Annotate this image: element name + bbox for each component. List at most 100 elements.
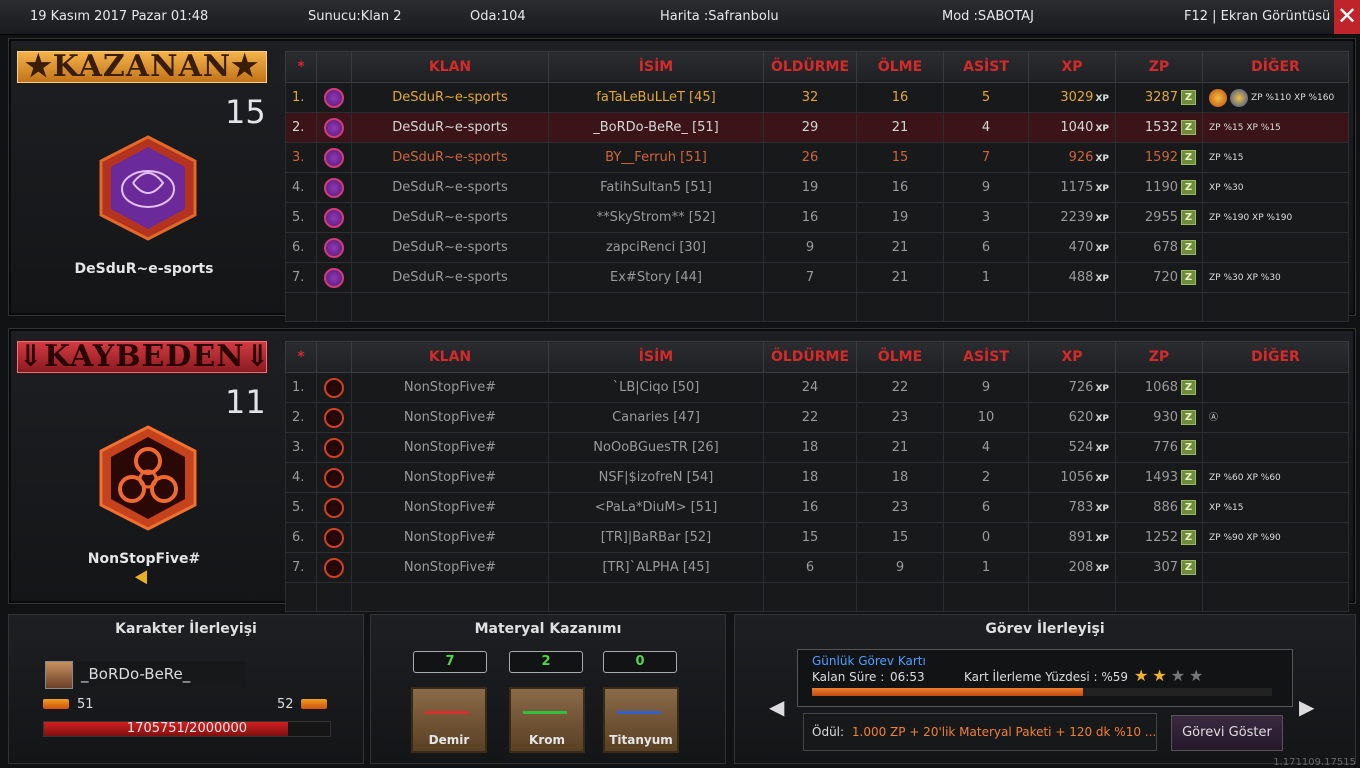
krom-count: 2 [509,651,583,673]
zp-icon: Z [1181,410,1196,425]
zp-number: 720 [1153,270,1178,285]
zp-value: 1493 Z [1115,462,1203,493]
col-name[interactable]: İSİM [548,341,764,373]
zp-icon: Z [1181,210,1196,225]
col-zp[interactable]: ZP [1115,51,1203,83]
zp-value: 886 Z [1115,492,1203,523]
xp-icon: XP [1095,244,1109,254]
empty-cell [548,292,764,322]
empty-cell [1202,582,1349,612]
row-number: 2. [285,112,317,143]
mode-info: Mod :SABOTAJ [942,9,1034,24]
player-name: zapciRenci [30] [548,232,764,263]
col-deaths[interactable]: ÖLME [856,341,944,373]
show-mission-button[interactable]: Görevi Göster [1171,715,1283,751]
clan-emblem-icon [324,557,344,578]
zp-value: 1592 Z [1115,142,1203,173]
col-assists[interactable]: ASİST [943,341,1029,373]
xp-icon: XP [1095,384,1109,394]
clan-icon [316,552,352,583]
table-row[interactable]: 6. NonStopFive# [TR]|BaRBar [52] 15 15 0 891 XP… [285,522,1349,553]
assists: 7 [943,142,1029,173]
row-number: 2. [285,402,317,433]
table-row[interactable]: 4. NonStopFive# NSF|$izofreN [54] 18 18 2 1056… [285,462,1349,493]
bonus-cell: ZP %60 XP %60 [1202,462,1349,493]
player-name: BY__Ferruh [51] [548,142,764,173]
clan-name: NonStopFive# [351,522,549,553]
kills: 22 [763,402,857,433]
empty-cell [943,292,1029,322]
bonus-cell: ZP %190 XP %190 [1202,202,1349,233]
xp-number: 926 [1068,150,1094,165]
zp-value: 1532 Z [1115,112,1203,143]
zp-value: 776 Z [1115,432,1203,463]
xp-value: 926 XP [1028,142,1116,173]
zp-number: 1592 [1144,150,1178,165]
assists: 0 [943,522,1029,553]
deaths: 16 [856,82,944,113]
table-row[interactable]: 5. DeSduR~e-sports **SkyStrom** [52] 16 19 3 2… [285,202,1349,233]
col-kills[interactable]: ÖLDÜRME [763,51,857,83]
bonus-badges: ZP %110 XP %160 [1251,92,1335,103]
bonus-cell: XP %15 [1202,492,1349,523]
xp-icon: XP [1095,534,1109,544]
close-button[interactable]: ✕ [1334,0,1360,34]
clan-emblem-icon [324,267,344,288]
zp-number: 307 [1153,560,1178,575]
next-arrow-icon[interactable]: ▶ [1299,695,1314,719]
table-row[interactable]: 7. DeSduR~e-sports Ex#Story [44] 7 21 1 488 XP 7… [285,262,1349,293]
table-row[interactable]: 6. DeSduR~e-sports zapciRenci [30] 9 21 6 470 X… [285,232,1349,263]
table-row[interactable]: 4. DeSduR~e-sports FatihSultan5 [51] 19 16 9 1… [285,172,1349,203]
col-xp[interactable]: XP [1028,51,1116,83]
clan-name: NonStopFive# [351,372,549,403]
reward-label: Ödül: [812,725,845,739]
deaths: 21 [856,112,944,143]
zp-number: 678 [1153,240,1178,255]
col-clan[interactable]: KLAN [351,341,549,373]
screenshot-hint[interactable]: F12 | Ekran Görüntüsü [1184,9,1330,24]
deaths: 21 [856,432,944,463]
col-clan[interactable]: KLAN [351,51,549,83]
level-next: 52 [277,697,294,712]
zp-number: 1190 [1144,180,1178,195]
table-row[interactable]: 1. NonStopFive# `LB|Ciqo [50] 24 22 9 726 XP 106… [285,372,1349,403]
xp-value: 3029 XP [1028,82,1116,113]
kills: 6 [763,552,857,583]
table-row[interactable]: 1. DeSduR~e-sports faTaLeBuLLeT [45] 32 16 5 3… [285,82,1349,113]
kills: 19 [763,172,857,203]
col-assists[interactable]: ASİST [943,51,1029,83]
row-number: 6. [285,522,317,553]
prev-arrow-icon[interactable]: ◀ [769,695,784,719]
star-medal-icon [1230,88,1248,107]
empty-cell [763,292,857,322]
deaths: 21 [856,262,944,293]
col-other: DİĞER [1202,51,1349,83]
table-row[interactable]: 2. NonStopFive# Canaries [47] 22 23 10 620 XP 93… [285,402,1349,433]
clan-name: NonStopFive# [351,402,549,433]
col-name[interactable]: İSİM [548,51,764,83]
winner-emblem-icon [99,135,197,241]
zp-number: 776 [1153,440,1178,455]
col-zp[interactable]: ZP [1115,341,1203,373]
empty-cell [1028,292,1116,322]
col-deaths[interactable]: ÖLME [856,51,944,83]
winner-banner: ★KAZANAN★ [17,51,267,83]
table-row[interactable]: 3. DeSduR~e-sports BY__Ferruh [51] 26 15 7 926… [285,142,1349,173]
zp-icon: Z [1181,180,1196,195]
table-row[interactable]: 2. DeSduR~e-sports _BoRDo-BeRe_ [51] 29 21 4 1… [285,112,1349,143]
material-title: Materyal Kazanımı [474,621,622,637]
col-kills[interactable]: ÖLDÜRME [763,341,857,373]
loser-banner: ⇓KAYBEDEN⇓ [17,339,271,374]
level-current: 51 [77,697,94,712]
loser-team-name: NonStopFive# [87,551,201,567]
room-info: Oda:104 [470,9,526,24]
table-row[interactable]: 3. NonStopFive# NoOoBGuesTR [26] 18 21 4 524 XP… [285,432,1349,463]
col-xp[interactable]: XP [1028,341,1116,373]
clan-icon [316,402,352,433]
xp-value: 1040 XP [1028,112,1116,143]
mission-title: Görev İlerleyişi [985,621,1105,637]
xp-icon: XP [1095,154,1109,164]
table-row[interactable]: 5. NonStopFive# <PaLa*DiuM> [51] 16 23 6 783 XP… [285,492,1349,523]
table-row[interactable]: 7. NonStopFive# [TR]`ALPHA [45] 6 9 1 208 XP 307… [285,552,1349,583]
xp-number: 208 [1068,560,1094,575]
